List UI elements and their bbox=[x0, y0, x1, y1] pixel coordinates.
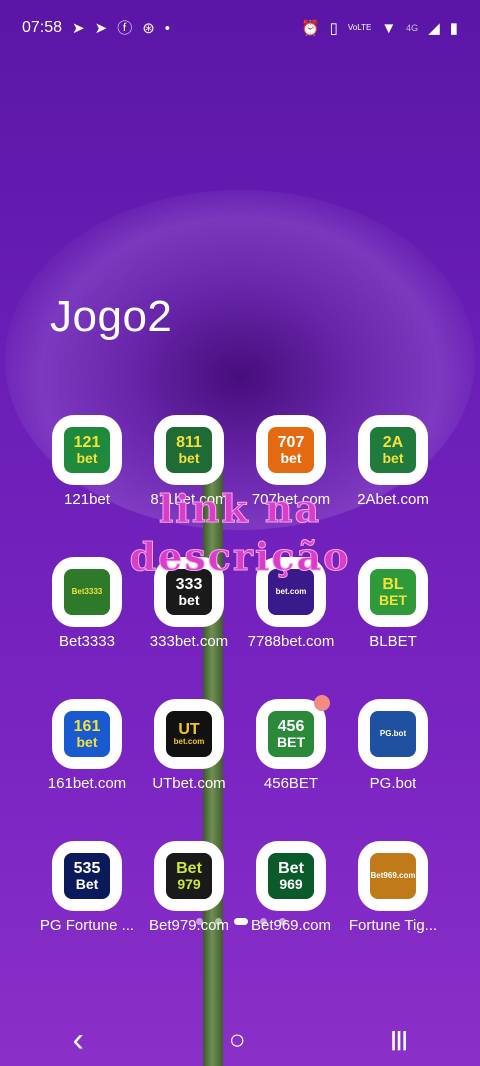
app-logo-icon: Bet 969 bbox=[268, 853, 314, 899]
dot-icon: • bbox=[164, 19, 171, 37]
app-logo-icon: Bet 979 bbox=[166, 853, 212, 899]
app-logo-icon: 535 Bet bbox=[64, 853, 110, 899]
app-icon[interactable]: 535 Bet bbox=[52, 841, 122, 911]
app-logo-line-2: bet.com bbox=[275, 587, 307, 596]
page-dot[interactable] bbox=[260, 918, 267, 925]
app-label: UTbet.com bbox=[152, 775, 226, 792]
app-icon[interactable]: PG.bot bbox=[358, 699, 428, 769]
overlay-line-1: link na bbox=[158, 486, 322, 532]
vibrate-icon: ▯ bbox=[329, 19, 338, 37]
telegram-icon: ➤ bbox=[72, 19, 85, 37]
overlay-caption: link na descrição bbox=[80, 485, 400, 581]
app-icon: ⊛ bbox=[142, 19, 155, 37]
app-logo-line-1: 456 bbox=[277, 718, 305, 735]
page-dot[interactable] bbox=[215, 918, 222, 925]
app-icon[interactable]: Bet969.com bbox=[358, 841, 428, 911]
app-label: 7788bet.com bbox=[247, 633, 335, 650]
app-logo-line-2: Bet bbox=[75, 876, 99, 892]
app-logo-line-2: 979 bbox=[177, 876, 201, 892]
app-logo-line-2: bet bbox=[178, 592, 200, 608]
app-logo-icon: 811 bet bbox=[166, 427, 212, 473]
app-label: Fortune Tig... bbox=[348, 917, 438, 934]
page-indicator bbox=[196, 918, 286, 925]
app-icon[interactable]: Bet 979 bbox=[154, 841, 224, 911]
app-logo-icon: PG.bot bbox=[370, 711, 416, 757]
app-icon[interactable]: 707 bet bbox=[256, 415, 326, 485]
app-logo-line-2: bet bbox=[76, 450, 98, 466]
app-logo-icon: 707 bet bbox=[268, 427, 314, 473]
app-logo-icon: 161 bet bbox=[64, 711, 110, 757]
app-logo-line-2: BET bbox=[277, 734, 305, 750]
clock: 07:58 bbox=[22, 19, 63, 36]
app-logo-line-2: Bet969.com bbox=[370, 871, 416, 880]
app-8[interactable]: 161 bet 161bet.com bbox=[36, 699, 138, 792]
app-icon[interactable]: 811 bet bbox=[154, 415, 224, 485]
app-logo-icon: Bet969.com bbox=[370, 853, 416, 899]
app-logo-line-1: 161 bbox=[73, 718, 101, 735]
app-logo-line-1: 121 bbox=[73, 434, 101, 451]
app-9[interactable]: UT bet.com UTbet.com bbox=[138, 699, 240, 792]
app-label: Bet3333 bbox=[59, 633, 115, 650]
notification-badge bbox=[314, 695, 330, 711]
overlay-line-2: descrição bbox=[129, 534, 351, 580]
app-10[interactable]: 456 BET 456BET bbox=[240, 695, 342, 792]
app-logo-line-1: 2A bbox=[382, 434, 404, 451]
app-icon[interactable]: 161 bet bbox=[52, 699, 122, 769]
app-logo-line-2: Bet3333 bbox=[71, 587, 103, 596]
app-logo-icon: 121 bet bbox=[64, 427, 110, 473]
app-15[interactable]: Bet969.com Fortune Tig... bbox=[342, 841, 444, 934]
app-label: BLBET bbox=[369, 633, 417, 650]
app-logo-line-2: bet bbox=[280, 450, 302, 466]
app-logo-line-1: Bet bbox=[278, 860, 304, 877]
page-dot[interactable] bbox=[279, 918, 286, 925]
app-label: PG Fortune ... bbox=[39, 917, 135, 934]
wifi-icon: ▼ bbox=[381, 19, 397, 37]
app-logo-line-2: BET bbox=[379, 592, 407, 608]
app-logo-line-1: 535 bbox=[73, 860, 101, 877]
app-logo-line-2: 969 bbox=[279, 876, 303, 892]
app-icon[interactable]: 121 bet bbox=[52, 415, 122, 485]
folder-title[interactable]: Jogo2 bbox=[50, 292, 172, 342]
app-icon[interactable]: Bet 969 bbox=[256, 841, 326, 911]
signal-icon: ◢ bbox=[428, 19, 440, 37]
app-logo-line-2: bet bbox=[178, 450, 200, 466]
app-label: 161bet.com bbox=[47, 775, 127, 792]
app-11[interactable]: PG.bot PG.bot bbox=[342, 699, 444, 792]
app-label: 333bet.com bbox=[149, 633, 229, 650]
app-logo-line-2: PG.bot bbox=[379, 729, 407, 738]
app-logo-line-1: Bet bbox=[176, 860, 202, 877]
app-logo-line-1: 811 bbox=[176, 434, 202, 451]
app-label: 456BET bbox=[263, 775, 319, 792]
app-logo-line-1: UT bbox=[178, 721, 200, 738]
app-logo-line-2: bet bbox=[76, 734, 98, 750]
navigation-bar: ‹ ○ ||| bbox=[0, 1015, 480, 1065]
telegram-icon: ➤ bbox=[94, 19, 108, 37]
page-dot[interactable] bbox=[234, 918, 248, 925]
battery-icon: ▮ bbox=[449, 19, 458, 37]
recents-button[interactable]: ||| bbox=[391, 1029, 408, 1052]
app-logo-icon: 2A bet bbox=[370, 427, 416, 473]
app-icon[interactable]: UT bet.com bbox=[154, 699, 224, 769]
app-logo-icon: 456 BET bbox=[268, 711, 314, 757]
facebook-icon: ⓕ bbox=[117, 19, 133, 37]
app-label: PG.bot bbox=[369, 775, 417, 792]
app-logo-line-1: 707 bbox=[277, 434, 305, 451]
app-logo-line-2: bet.com bbox=[173, 737, 205, 746]
app-12[interactable]: 535 Bet PG Fortune ... bbox=[36, 841, 138, 934]
app-icon[interactable]: 2A bet bbox=[358, 415, 428, 485]
page-dot[interactable] bbox=[196, 918, 203, 925]
app-logo-line-2: bet bbox=[382, 450, 404, 466]
app-icon[interactable]: 456 BET bbox=[256, 695, 330, 769]
network-label: 4G bbox=[406, 22, 419, 33]
home-button[interactable]: ○ bbox=[229, 1024, 246, 1056]
status-bar: 07:58 ➤ ➤ ⓕ ⊛ • ⏰ ▯ VoLTE ▼ 4G ◢ ▮ bbox=[0, 0, 480, 56]
alarm-icon: ⏰ bbox=[300, 19, 320, 37]
app-logo-icon: UT bet.com bbox=[166, 711, 212, 757]
back-button[interactable]: ‹ bbox=[72, 1021, 83, 1060]
volte-icon: VoLTE bbox=[347, 23, 372, 32]
